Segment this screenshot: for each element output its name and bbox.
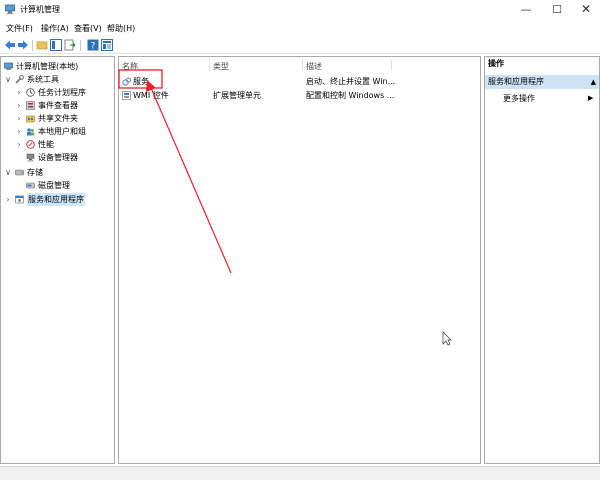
list-cell-name: 服务 (133, 77, 149, 86)
menu-action[interactable]: 操作(A) (41, 23, 69, 34)
clock-icon (26, 88, 35, 97)
expanded-chevron-icon[interactable]: ∨ (4, 73, 12, 86)
list-cell-description: 启动、终止并设置 Win... (306, 77, 396, 86)
column-divider[interactable] (209, 59, 210, 71)
maximize-button[interactable]: ☐ (542, 0, 572, 20)
action-section-services-applications[interactable]: 服务和应用程序 ▲ (485, 75, 599, 89)
tree-label: 存储 (27, 168, 43, 177)
collapsed-chevron-icon[interactable]: › (4, 193, 12, 206)
list-item-wmi-control[interactable]: WMI 控件 扩展管理单元 配置和控制 Windows ... (119, 89, 480, 102)
forward-arrow-icon[interactable] (17, 39, 29, 51)
status-bar (0, 466, 600, 480)
performance-icon (26, 140, 35, 149)
title-bar: 计算机管理 — ☐ ✕ (0, 0, 600, 20)
tree-label: 计算机管理(本地) (16, 62, 79, 71)
services-applications-icon (15, 195, 24, 204)
collapsed-chevron-icon[interactable]: › (15, 138, 23, 151)
list-cell-name: WMI 控件 (133, 91, 169, 100)
tree-label: 服务和应用程序 (27, 193, 85, 206)
computer-management-icon (4, 62, 13, 70)
tree-label: 性能 (38, 140, 54, 149)
tree-label: 任务计划程序 (38, 88, 86, 97)
export-list-icon[interactable] (64, 39, 76, 51)
minimize-button[interactable]: — (511, 0, 541, 20)
submenu-arrow-icon: ▶ (588, 94, 594, 102)
action-pane: 操作 服务和应用程序 ▲ 更多操作 ▶ (484, 56, 600, 464)
tools-icon (15, 75, 24, 84)
tree-label: 设备管理器 (38, 153, 78, 162)
toolbar: ? (0, 37, 600, 54)
event-viewer-icon (26, 101, 35, 110)
help-icon[interactable]: ? (87, 39, 99, 51)
tree-label: 事件查看器 (38, 101, 78, 110)
console-tree: 计算机管理(本地) ∨ 系统工具 › 任务计划程序 › 事件查看器 › 共享文件… (0, 56, 115, 464)
tree-label: 磁盘管理 (38, 181, 70, 190)
menu-help[interactable]: 帮助(H) (107, 23, 135, 34)
collapsed-chevron-icon[interactable]: › (15, 86, 23, 99)
menu-file[interactable]: 文件(F) (6, 23, 33, 34)
column-header-name[interactable]: 名称 (122, 61, 138, 72)
list-view: 名称 类型 描述 服务 启动、终止并设置 Win... WMI 控件 扩展管理单… (118, 56, 481, 464)
column-header-description[interactable]: 描述 (306, 61, 322, 72)
list-cell-description: 配置和控制 Windows ... (306, 91, 395, 100)
column-header-type[interactable]: 类型 (213, 61, 229, 72)
list-cell-type: 扩展管理单元 (213, 91, 261, 100)
tree-label: 系统工具 (27, 75, 59, 84)
svg-text:?: ? (91, 42, 96, 52)
column-divider[interactable] (391, 59, 392, 71)
window-title: 计算机管理 (20, 5, 60, 14)
list-item-services[interactable]: 服务 启动、终止并设置 Win... (119, 75, 480, 88)
services-gear-icon (122, 77, 131, 86)
toolbar-separator (32, 40, 33, 51)
collapsed-chevron-icon[interactable]: › (15, 125, 23, 138)
column-divider[interactable] (302, 59, 303, 71)
wmi-control-icon (122, 91, 131, 100)
close-button[interactable]: ✕ (571, 0, 600, 20)
computer-management-icon (5, 4, 15, 15)
console-tree-icon[interactable] (50, 39, 62, 51)
toolbar-separator (80, 40, 81, 51)
back-arrow-icon[interactable] (4, 39, 16, 51)
more-actions-item[interactable]: 更多操作 (503, 92, 535, 105)
disk-management-icon (26, 182, 35, 189)
action-pane-title: 操作 (488, 59, 504, 68)
expanded-chevron-icon[interactable]: ∨ (4, 166, 12, 179)
up-folder-icon[interactable] (36, 39, 48, 51)
tree-label: 本地用户和组 (38, 127, 86, 136)
properties-icon[interactable] (101, 39, 113, 51)
users-icon (27, 128, 35, 136)
collapsed-chevron-icon[interactable]: › (15, 112, 23, 125)
tree-label: 共享文件夹 (38, 114, 78, 123)
storage-icon (15, 169, 24, 176)
collapsed-chevron-icon[interactable]: › (15, 99, 23, 112)
shared-folder-icon (26, 115, 35, 123)
menu-view[interactable]: 查看(V) (74, 23, 102, 34)
menu-bar: 文件(F) 操作(A) 查看(V) 帮助(H) (0, 21, 600, 36)
collapse-arrow-icon[interactable]: ▲ (591, 75, 596, 89)
device-manager-icon (26, 153, 35, 162)
action-section-label: 服务和应用程序 (488, 77, 544, 86)
